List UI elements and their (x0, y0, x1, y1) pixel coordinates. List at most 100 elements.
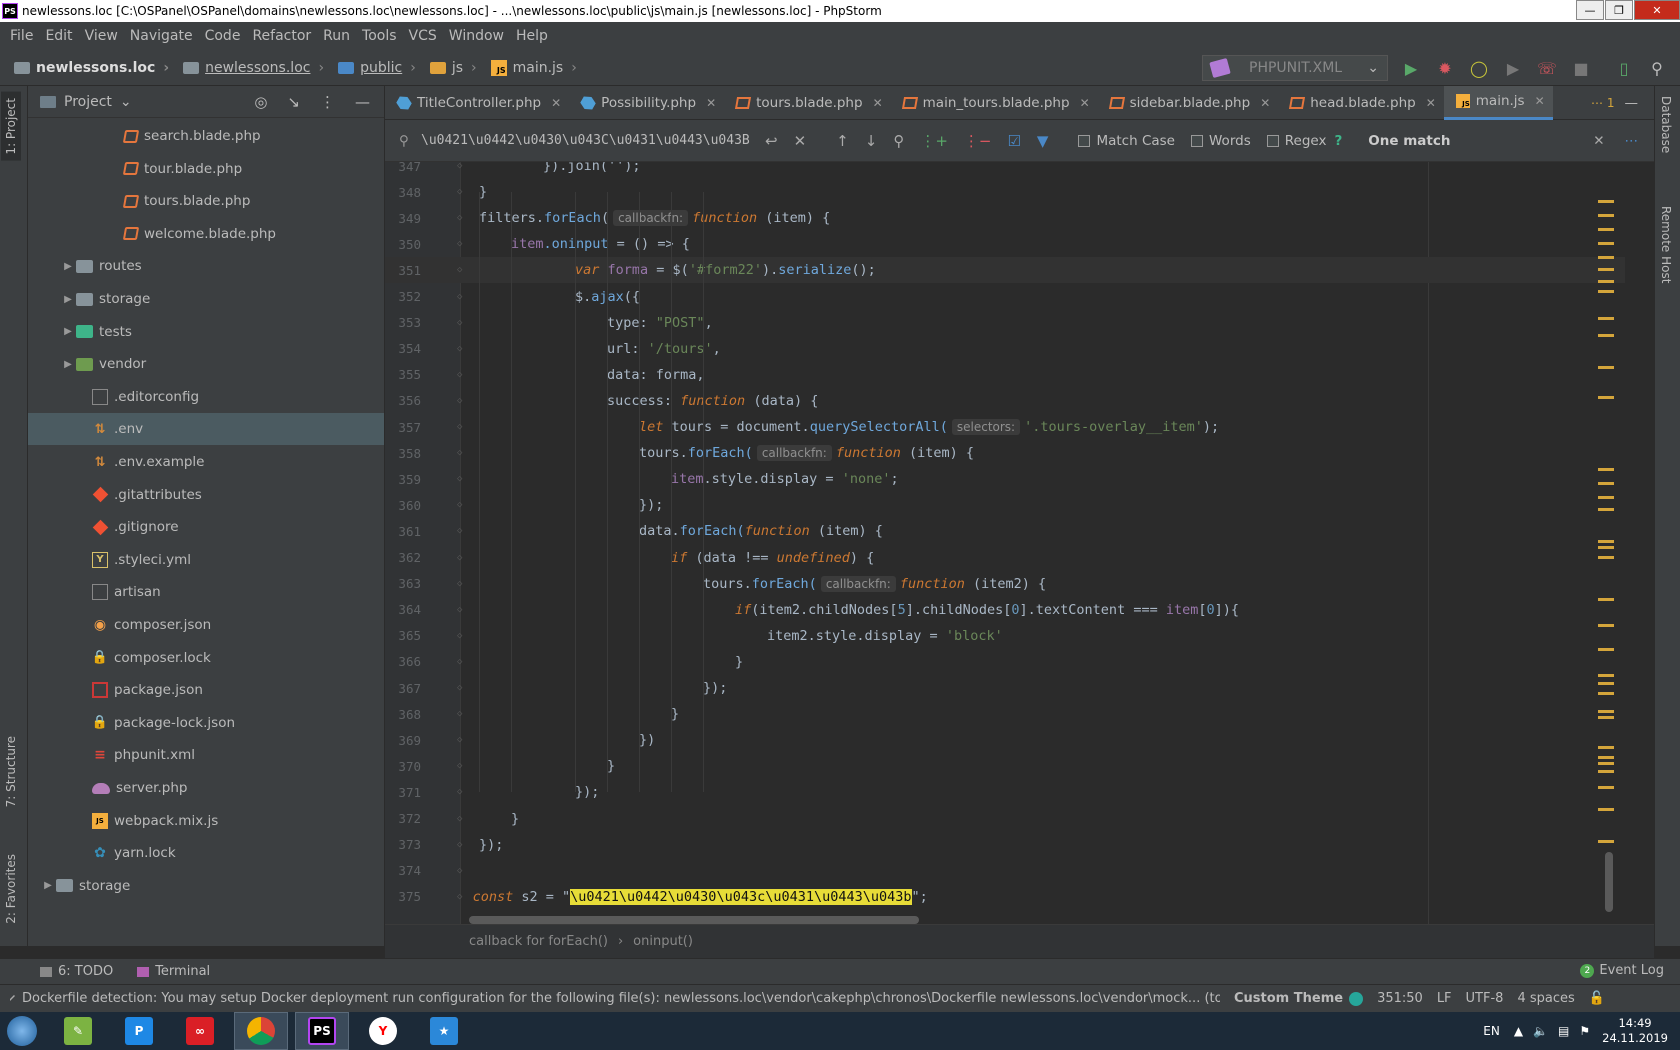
tree-item[interactable]: ⇅ .env (28, 413, 384, 446)
code-line[interactable]: 358 ◇ tours.forEach(callbackfn: function (i… (385, 440, 1625, 466)
hide-panel-icon[interactable]: — (355, 93, 370, 111)
tab-favorites-toolwindow[interactable]: 2: Favorites (4, 854, 18, 924)
tab-titlecontroller[interactable]: TitleController.php ✕ (385, 86, 569, 120)
fold-marker-icon[interactable]: ◇ (457, 579, 462, 589)
occurrence-marker[interactable] (1598, 546, 1614, 549)
status-message[interactable]: Dockerfile detection: You may setup Dock… (10, 991, 1220, 1006)
file-encoding[interactable]: UTF-8 (1466, 991, 1504, 1006)
occurrence-marker[interactable] (1598, 746, 1614, 749)
tree-item[interactable]: JS webpack.mix.js (28, 805, 384, 837)
tree-item[interactable]: ▶ storage (28, 283, 384, 315)
fold-marker-icon[interactable]: ◇ (457, 631, 462, 641)
caret-position[interactable]: 351:50 (1377, 991, 1423, 1006)
run-icon[interactable]: ▶ (1401, 58, 1421, 78)
code-line[interactable]: 375 ◇ const s2 = "\u0421\u0442\u0430\u043c… (385, 884, 1625, 910)
tab-sidebar-blade[interactable]: sidebar.blade.php ✕ (1098, 86, 1279, 120)
tree-item[interactable]: ⇅ .env.example (28, 446, 384, 478)
terminal-icon[interactable]: ▯ (1614, 58, 1634, 78)
tab-remote-host-toolwindow[interactable]: Remote Host (1659, 206, 1673, 283)
code-line[interactable]: 366 ◇} (385, 649, 1625, 675)
fold-marker-icon[interactable]: ◇ (457, 318, 462, 328)
collapse-all-icon[interactable]: ↘ (287, 93, 300, 111)
flag-icon[interactable]: ⚑ (1579, 1024, 1590, 1038)
close-tab-icon[interactable]: ✕ (706, 96, 716, 110)
menu-help[interactable]: Help (510, 28, 554, 44)
breadcrumb-public[interactable]: public › (332, 60, 424, 76)
fold-marker-icon[interactable]: ◇ (457, 422, 462, 432)
menu-file[interactable]: File (4, 28, 39, 44)
code-line[interactable]: 363 ◇ tours.forEach(callbackfn: function (i… (385, 571, 1625, 597)
code-line[interactable]: 355 ◇ data: forma, (385, 362, 1625, 388)
code-line[interactable]: 364 ◇ if(item2.childNodes[5].childNodes[0]… (385, 597, 1625, 623)
breadcrumb-root[interactable]: newlessons.loc › (177, 60, 332, 76)
tree-item[interactable]: artisan (28, 576, 384, 608)
fold-marker-icon[interactable]: ◇ (457, 474, 462, 484)
expand-arrow-icon[interactable]: ▶ (60, 359, 76, 370)
fold-marker-icon[interactable]: ◇ (457, 892, 462, 902)
fold-marker-icon[interactable]: ◇ (457, 657, 462, 667)
close-window-button[interactable]: ✕ (1634, 0, 1680, 20)
expand-arrow-icon[interactable]: ▶ (40, 880, 56, 891)
tab-main-tours-blade[interactable]: main_tours.blade.php ✕ (891, 86, 1098, 120)
menu-refactor[interactable]: Refactor (246, 28, 317, 44)
add-selection-icon[interactable]: ⋮+ (920, 132, 948, 150)
close-tab-icon[interactable]: ✕ (1535, 94, 1545, 108)
occurrence-marker[interactable] (1598, 674, 1614, 677)
close-find-icon[interactable]: ✕ (1593, 133, 1604, 149)
code-line[interactable]: 367 ◇}); (385, 675, 1625, 701)
locate-icon[interactable]: ◎ (254, 93, 267, 111)
occurrence-marker[interactable] (1598, 482, 1614, 485)
volume-icon[interactable]: 🔈 (1533, 1024, 1548, 1038)
occurrence-marker[interactable] (1598, 710, 1614, 713)
menu-view[interactable]: View (79, 28, 124, 44)
occurrence-marker[interactable] (1598, 756, 1614, 759)
close-tab-icon[interactable]: ✕ (551, 96, 561, 110)
stop-icon[interactable]: ■ (1571, 58, 1591, 78)
tree-item[interactable]: search.blade.php (28, 120, 384, 152)
code-line[interactable]: 374 ◇ (385, 858, 1625, 884)
words-checkbox[interactable]: Words (1191, 133, 1251, 149)
occurrence-marker[interactable] (1598, 786, 1614, 789)
fold-marker-icon[interactable]: ◇ (457, 265, 462, 275)
vertical-scrollbar[interactable] (1605, 852, 1613, 912)
close-tab-icon[interactable]: ✕ (1080, 96, 1090, 110)
occurrence-marker[interactable] (1598, 396, 1614, 399)
tree-item[interactable]: ▶ vendor (28, 348, 384, 380)
search-everywhere-icon[interactable]: ⚲ (1647, 58, 1667, 78)
find-options-icon[interactable]: ⋯ (1625, 133, 1639, 149)
clear-search-icon[interactable]: ✕ (794, 132, 807, 150)
menu-run[interactable]: Run (317, 28, 356, 44)
tree-item[interactable]: ✿ yarn.lock (28, 837, 384, 869)
hide-tabs-icon[interactable]: — (1625, 95, 1639, 111)
taskbar-creative-cloud[interactable]: ∞ (173, 1012, 227, 1050)
tab-main-js[interactable]: JS main.js ✕ (1443, 85, 1553, 120)
tree-item[interactable]: ▶ routes (28, 250, 384, 282)
filter-icon[interactable]: ▼ (1037, 132, 1049, 150)
taskbar-yandex[interactable]: Y (356, 1012, 410, 1050)
code-line[interactable]: 361 ◇ data.forEach(function (item) { (385, 518, 1625, 544)
code-line[interactable]: 351 ◇ var forma = $('#form22').serialize()… (385, 257, 1625, 284)
select-all-occurrences-icon[interactable]: ☑ (1007, 132, 1020, 150)
find-all-icon[interactable]: ⚲ (893, 132, 904, 150)
show-hidden-icons-icon[interactable]: ▲ (1514, 1024, 1523, 1038)
fold-marker-icon[interactable]: ◇ (457, 292, 462, 302)
theme-indicator[interactable]: Custom Theme (1234, 991, 1364, 1006)
occurrence-marker[interactable] (1598, 692, 1614, 695)
code-line[interactable]: 350 ◇ item.oninput = () => { (385, 231, 1625, 257)
code-line[interactable]: 354 ◇ url: '/tours', (385, 336, 1625, 362)
tree-item[interactable]: 🔒 package-lock.json (28, 707, 384, 739)
tree-item[interactable]: ◉ composer.json (28, 609, 384, 641)
tree-item[interactable]: 🔒 composer.lock (28, 642, 384, 674)
code-line[interactable]: 370 ◇} (385, 753, 1625, 779)
tab-possibility[interactable]: Possibility.php ✕ (569, 86, 724, 120)
menu-edit[interactable]: Edit (39, 28, 78, 44)
menu-code[interactable]: Code (199, 28, 247, 44)
close-tab-icon[interactable]: ✕ (1426, 96, 1436, 110)
occurrence-marker[interactable] (1598, 280, 1614, 283)
phone-debug-icon[interactable]: ☏ (1537, 58, 1557, 78)
code-line[interactable]: 369 ◇}) (385, 727, 1625, 753)
terminal-toolwindow-button[interactable]: Terminal (137, 964, 210, 979)
fold-marker-icon[interactable]: ◇ (457, 787, 462, 797)
tree-item[interactable]: .gitattributes (28, 479, 384, 511)
regex-help-link[interactable]: ? (1334, 133, 1342, 149)
